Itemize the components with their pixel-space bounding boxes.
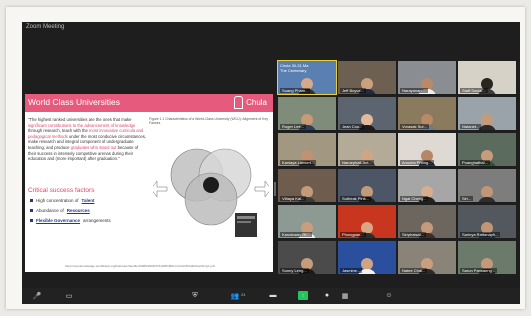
participants-icon[interactable]: 👥 <box>230 291 240 300</box>
participant-gallery: Chula 30-31 Ma The Centenary Suang Pham..… <box>277 60 520 288</box>
bullet-icon <box>30 219 33 222</box>
participant-tile[interactable]: Ngai Cheng... <box>398 169 456 202</box>
participant-tile[interactable]: Vorasak Sur... <box>398 97 456 130</box>
csf-heading: Critical success factors <box>28 187 95 194</box>
csf-item: Flexible Governance arrangements <box>30 218 111 223</box>
brand-logo: Chula <box>234 96 267 109</box>
participant-name: Suthirak Pinit... <box>340 196 371 201</box>
participant-name: Sarinya Rattanaph... <box>460 232 501 237</box>
csf-highlight: Talent <box>81 198 95 203</box>
meeting-screen: Zoom Meeting World Class Universities Ch… <box>22 22 520 294</box>
shared-slide: World Class Universities Chula "The high… <box>25 94 273 272</box>
participant-tile[interactable]: Siriphaisal... <box>398 205 456 238</box>
participant-tile[interactable]: Jeff Boyce... <box>338 61 396 94</box>
participant-tile[interactable]: Sarun Pansaeng... <box>458 241 516 274</box>
participant-name: Vorasak Sur... <box>400 124 429 129</box>
participant-tile[interactable]: Anucha Phong... <box>398 133 456 166</box>
participant-name: Jean Coo... <box>340 124 365 129</box>
participant-tile[interactable]: Jasmine... <box>338 241 396 274</box>
participant-tile[interactable]: Suthirak Pinit... <box>338 169 396 202</box>
csf-highlight: Resources <box>66 208 90 213</box>
virtual-background-text: Chula 30-31 Ma The Centenary <box>280 63 309 73</box>
slide-title: World Class Universities <box>28 97 120 107</box>
participant-tile[interactable]: Narayanan ... <box>398 61 456 94</box>
csf-list: High concentration of Talent Abundance o… <box>30 198 111 228</box>
participant-tile[interactable]: Naruephak Ant... <box>338 133 396 166</box>
participant-name: Jeff Boyce... <box>340 88 366 93</box>
participant-name: Kanlaya Lamlert... <box>280 160 317 165</box>
university-crest-icon <box>234 96 244 109</box>
participant-video <box>478 114 496 130</box>
figure-caption: Figure 1.1 Characteristics of a World-Cl… <box>149 117 269 125</box>
participant-tile[interactable]: Puanghathai... <box>458 133 516 166</box>
window-title: Zoom Meeting <box>26 24 65 30</box>
participant-name: Suang Pham... <box>280 88 311 93</box>
participant-tile[interactable]: Natanet... <box>458 97 516 130</box>
participant-name: Ngai Cheng... <box>400 196 429 201</box>
slide-header: World Class Universities Chula <box>25 94 273 112</box>
participant-tile[interactable]: Roger Lee... <box>278 97 336 130</box>
participant-name: Roger Lee... <box>280 124 307 129</box>
participant-tile[interactable]: Sarinya Rattanaph... <box>458 205 516 238</box>
participant-count: 24 <box>241 292 246 297</box>
participant-tile[interactable]: Sunny Leng... <box>278 241 336 274</box>
share-screen-icon[interactable]: ↑ <box>298 291 308 300</box>
video-camera-icon[interactable]: ▭ <box>64 291 74 300</box>
quote-text: "The highest ranked universities are the… <box>28 117 132 122</box>
participant-tile[interactable]: Jean Coo... <box>338 97 396 130</box>
csf-text: High concentration of <box>36 198 79 203</box>
participant-name: Puanghathai... <box>460 160 490 165</box>
reactions-icon[interactable]: ☺ <box>384 291 394 300</box>
participant-tile[interactable]: Kanlaya Lamlert... <box>278 133 336 166</box>
bullet-icon <box>30 199 33 202</box>
participant-name: Phongpan... <box>340 232 366 237</box>
csf-text: Abundance of <box>36 208 64 213</box>
csf-item: High concentration of Talent <box>30 198 111 203</box>
csf-item: Abundance of Resources <box>30 208 111 213</box>
participant-name: Staff Social... <box>460 88 488 93</box>
wcu-venn-diagram <box>153 148 269 237</box>
csf-text: arrangements <box>83 218 111 223</box>
quote-highlight: graduates who stand out <box>70 144 117 150</box>
participant-name: Natanet... <box>460 124 482 129</box>
microphone-icon[interactable]: 🎤 <box>32 291 42 300</box>
participant-name: Anucha Phong... <box>400 160 434 165</box>
participant-tile[interactable]: Vittaya Kal... <box>278 169 336 202</box>
brand-label: Chula <box>246 98 267 107</box>
participant-name: Naruephak Ant... <box>340 160 374 165</box>
security-icon[interactable]: ⛨ <box>190 291 200 300</box>
participant-name: Sunny Leng... <box>280 268 309 273</box>
participant-name: Narayanan ... <box>400 88 429 93</box>
bullet-icon <box>30 209 33 212</box>
breakout-rooms-icon[interactable]: ▦ <box>340 291 350 300</box>
quote-text: through research, teach with the <box>28 128 89 134</box>
participant-name: Natee Chai... <box>400 268 428 273</box>
participant-tile[interactable]: Natee Chai... <box>398 241 456 274</box>
quote-highlight: significant contributions to the advance… <box>28 122 136 128</box>
slide-quote: "The highest ranked universities are the… <box>28 117 146 162</box>
participant-name: Vittaya Kal... <box>280 196 307 201</box>
csf-highlight: Flexible Governance <box>36 218 81 223</box>
split-view-handle[interactable] <box>274 182 276 196</box>
participant-name: Kanokwan Th... <box>280 232 312 237</box>
participant-name: Siri... <box>460 196 474 201</box>
participant-name: Jasmine... <box>340 268 363 273</box>
participant-tile[interactable]: Chula 30-31 Ma The Centenary Suang Pham..… <box>277 60 337 95</box>
participant-tile[interactable]: Staff Social... <box>458 61 516 94</box>
meeting-toolbar: 🎤 ▭ ⛨ 👥 24 ▬ ↑ ● ▦ ☺ <box>22 288 520 304</box>
participant-tile[interactable]: Phongpan... <box>338 205 396 238</box>
participant-tile[interactable]: Siri... <box>458 169 516 202</box>
participant-name: Siriphaisal... <box>400 232 426 237</box>
record-icon[interactable]: ● <box>322 291 332 300</box>
slide-source: https://openknowledge.worldbank.org/bits… <box>65 264 215 268</box>
participant-video <box>478 186 496 202</box>
chat-icon[interactable]: ▬ <box>268 291 278 300</box>
participant-name: Sarun Pansaeng... <box>460 268 498 273</box>
participant-tile[interactable]: Kanokwan Th... <box>278 205 336 238</box>
